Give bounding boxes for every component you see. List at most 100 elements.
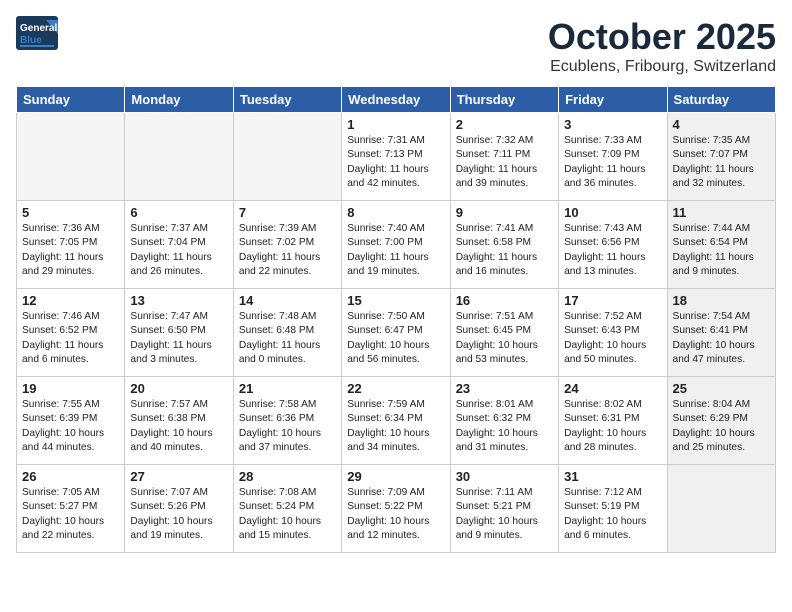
calendar-cell	[233, 113, 341, 201]
day-number: 30	[456, 469, 553, 484]
calendar-cell: 19Sunrise: 7:55 AM Sunset: 6:39 PM Dayli…	[17, 377, 125, 465]
calendar-header-row: SundayMondayTuesdayWednesdayThursdayFrid…	[17, 87, 776, 113]
day-number: 28	[239, 469, 336, 484]
calendar-cell	[667, 465, 775, 553]
calendar-cell: 15 Sunrise: 7:50 AM Sunset: 6:47 PM Dayli…	[342, 289, 450, 377]
calendar-cell: 4 Sunrise: 7:35 AM Sunset: 7:07 PM Daylig…	[667, 113, 775, 201]
calendar-cell: 23 Sunrise: 8:01 AM Sunset: 6:32 PM Dayli…	[450, 377, 558, 465]
day-number: 5	[22, 205, 119, 220]
cell-content: Sunrise: 8:04 AM Sunset: 6:29 PM Dayligh…	[673, 398, 770, 455]
page-header: General Blue October 2025 Ecublens, Frib…	[16, 16, 776, 76]
calendar-cell: 14 Sunrise: 7:48 AM Sunset: 6:48 PM Dayli…	[233, 289, 341, 377]
cell-content: Sunrise: 7:48 AM Sunset: 6:48 PM Dayligh…	[239, 310, 336, 367]
calendar-cell: 5 Sunrise: 7:36 AM Sunset: 7:05 PM Daylig…	[17, 201, 125, 289]
cell-content: Sunrise: 7:51 AM Sunset: 6:45 PM Dayligh…	[456, 310, 553, 367]
cell-content: Sunrise: 8:01 AM Sunset: 6:32 PM Dayligh…	[456, 398, 553, 455]
day-header-tuesday: Tuesday	[233, 87, 341, 113]
cell-content: Sunrise: 7:39 AM Sunset: 7:02 PM Dayligh…	[239, 222, 336, 279]
calendar-cell	[125, 113, 233, 201]
calendar-cell: 25Sunrise: 8:04 AM Sunset: 6:29 PM Dayli…	[667, 377, 775, 465]
day-number: 15	[347, 293, 444, 308]
cell-content: Sunrise: 7:11 AM Sunset: 5:21 PM Dayligh…	[456, 486, 553, 543]
cell-content: Sunrise: 7:50 AM Sunset: 6:47 PM Dayligh…	[347, 310, 444, 367]
day-number: 16	[456, 293, 553, 308]
calendar-title: October 2025	[548, 16, 776, 58]
day-number: 9	[456, 205, 553, 220]
cell-content: Sunrise: 7:52 AM Sunset: 6:43 PM Dayligh…	[564, 310, 661, 367]
cell-content: Sunrise: 7:05 AM Sunset: 5:27 PM Dayligh…	[22, 486, 119, 543]
day-number: 6	[130, 205, 227, 220]
svg-text:General: General	[20, 23, 57, 34]
day-header-saturday: Saturday	[667, 87, 775, 113]
cell-content: Sunrise: 7:36 AM Sunset: 7:05 PM Dayligh…	[22, 222, 119, 279]
calendar-cell: 22 Sunrise: 7:59 AM Sunset: 6:34 PM Dayli…	[342, 377, 450, 465]
calendar-body: 1 Sunrise: 7:31 AM Sunset: 7:13 PM Daylig…	[17, 113, 776, 553]
day-number: 21	[239, 381, 336, 396]
day-number: 20	[130, 381, 227, 396]
cell-content: Sunrise: 7:33 AM Sunset: 7:09 PM Dayligh…	[564, 134, 661, 191]
cell-content: Sunrise: 7:54 AM Sunset: 6:41 PM Dayligh…	[673, 310, 770, 367]
day-number: 11	[673, 205, 770, 220]
calendar-table: SundayMondayTuesdayWednesdayThursdayFrid…	[16, 86, 776, 553]
logo: General Blue	[16, 16, 58, 50]
cell-content: Sunrise: 7:47 AM Sunset: 6:50 PM Dayligh…	[130, 310, 227, 367]
calendar-cell: 6Sunrise: 7:37 AM Sunset: 7:04 PM Daylig…	[125, 201, 233, 289]
cell-content: Sunrise: 7:32 AM Sunset: 7:11 PM Dayligh…	[456, 134, 553, 191]
day-number: 4	[673, 117, 770, 132]
calendar-cell: 16 Sunrise: 7:51 AM Sunset: 6:45 PM Dayli…	[450, 289, 558, 377]
day-number: 27	[130, 469, 227, 484]
calendar-cell: 1 Sunrise: 7:31 AM Sunset: 7:13 PM Daylig…	[342, 113, 450, 201]
calendar-cell: 9 Sunrise: 7:41 AM Sunset: 6:58 PM Daylig…	[450, 201, 558, 289]
cell-content: Sunrise: 7:31 AM Sunset: 7:13 PM Dayligh…	[347, 134, 444, 191]
logo-icon: General Blue	[16, 16, 58, 50]
day-number: 14	[239, 293, 336, 308]
day-number: 10	[564, 205, 661, 220]
cell-content: Sunrise: 7:41 AM Sunset: 6:58 PM Dayligh…	[456, 222, 553, 279]
day-header-sunday: Sunday	[17, 87, 125, 113]
day-number: 18	[673, 293, 770, 308]
calendar-cell: 31Sunrise: 7:12 AM Sunset: 5:19 PM Dayli…	[559, 465, 667, 553]
cell-content: Sunrise: 7:40 AM Sunset: 7:00 PM Dayligh…	[347, 222, 444, 279]
calendar-cell: 17 Sunrise: 7:52 AM Sunset: 6:43 PM Dayli…	[559, 289, 667, 377]
day-number: 7	[239, 205, 336, 220]
cell-content: Sunrise: 7:43 AM Sunset: 6:56 PM Dayligh…	[564, 222, 661, 279]
calendar-cell: 10 Sunrise: 7:43 AM Sunset: 6:56 PM Dayli…	[559, 201, 667, 289]
day-number: 23	[456, 381, 553, 396]
cell-content: Sunrise: 7:44 AM Sunset: 6:54 PM Dayligh…	[673, 222, 770, 279]
calendar-week-row: 26 Sunrise: 7:05 AM Sunset: 5:27 PM Dayli…	[17, 465, 776, 553]
cell-content: Sunrise: 7:59 AM Sunset: 6:34 PM Dayligh…	[347, 398, 444, 455]
cell-content: Sunrise: 7:08 AM Sunset: 5:24 PM Dayligh…	[239, 486, 336, 543]
calendar-week-row: 19Sunrise: 7:55 AM Sunset: 6:39 PM Dayli…	[17, 377, 776, 465]
calendar-cell: 8Sunrise: 7:40 AM Sunset: 7:00 PM Daylig…	[342, 201, 450, 289]
calendar-cell: 27 Sunrise: 7:07 AM Sunset: 5:26 PM Dayli…	[125, 465, 233, 553]
svg-text:Blue: Blue	[20, 35, 42, 46]
day-number: 13	[130, 293, 227, 308]
calendar-subtitle: Ecublens, Fribourg, Switzerland	[548, 58, 776, 76]
day-number: 1	[347, 117, 444, 132]
day-number: 2	[456, 117, 553, 132]
day-number: 29	[347, 469, 444, 484]
cell-content: Sunrise: 8:02 AM Sunset: 6:31 PM Dayligh…	[564, 398, 661, 455]
day-header-monday: Monday	[125, 87, 233, 113]
calendar-cell: 29Sunrise: 7:09 AM Sunset: 5:22 PM Dayli…	[342, 465, 450, 553]
cell-content: Sunrise: 7:35 AM Sunset: 7:07 PM Dayligh…	[673, 134, 770, 191]
calendar-cell: 11 Sunrise: 7:44 AM Sunset: 6:54 PM Dayli…	[667, 201, 775, 289]
cell-content: Sunrise: 7:07 AM Sunset: 5:26 PM Dayligh…	[130, 486, 227, 543]
calendar-cell: 26 Sunrise: 7:05 AM Sunset: 5:27 PM Dayli…	[17, 465, 125, 553]
calendar-cell: 20 Sunrise: 7:57 AM Sunset: 6:38 PM Dayli…	[125, 377, 233, 465]
cell-content: Sunrise: 7:57 AM Sunset: 6:38 PM Dayligh…	[130, 398, 227, 455]
calendar-cell: 18 Sunrise: 7:54 AM Sunset: 6:41 PM Dayli…	[667, 289, 775, 377]
calendar-cell: 21Sunrise: 7:58 AM Sunset: 6:36 PM Dayli…	[233, 377, 341, 465]
day-number: 26	[22, 469, 119, 484]
cell-content: Sunrise: 7:46 AM Sunset: 6:52 PM Dayligh…	[22, 310, 119, 367]
day-number: 24	[564, 381, 661, 396]
calendar-cell: 30 Sunrise: 7:11 AM Sunset: 5:21 PM Dayli…	[450, 465, 558, 553]
calendar-cell: 2 Sunrise: 7:32 AM Sunset: 7:11 PM Daylig…	[450, 113, 558, 201]
calendar-week-row: 5 Sunrise: 7:36 AM Sunset: 7:05 PM Daylig…	[17, 201, 776, 289]
day-header-thursday: Thursday	[450, 87, 558, 113]
title-block: October 2025 Ecublens, Fribourg, Switzer…	[548, 16, 776, 76]
calendar-cell: 3Sunrise: 7:33 AM Sunset: 7:09 PM Daylig…	[559, 113, 667, 201]
day-number: 22	[347, 381, 444, 396]
calendar-week-row: 1 Sunrise: 7:31 AM Sunset: 7:13 PM Daylig…	[17, 113, 776, 201]
day-number: 17	[564, 293, 661, 308]
